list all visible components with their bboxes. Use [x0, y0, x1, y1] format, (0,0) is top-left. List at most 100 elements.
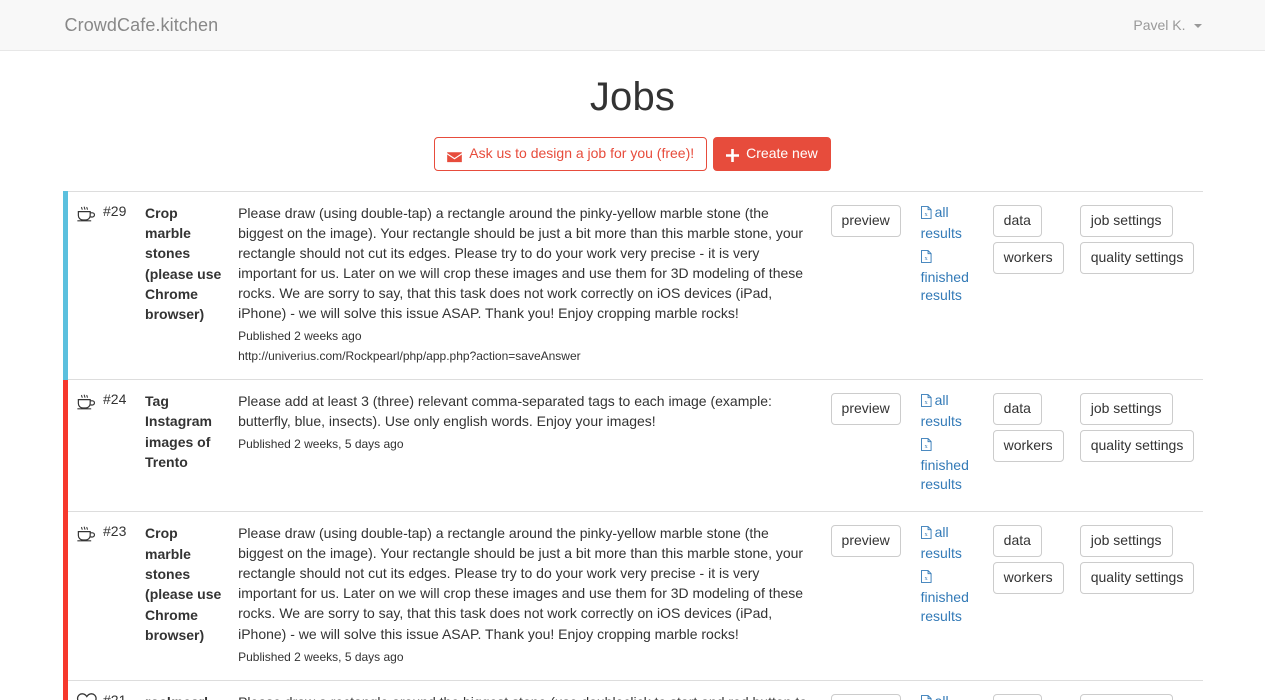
job-settings-cell: job settings quality settings — [1072, 680, 1203, 700]
job-id: #29 — [103, 202, 127, 219]
job-description-cell: Please add at least 3 (three) relevant c… — [232, 379, 822, 511]
create-new-button-label: Create new — [746, 145, 818, 161]
job-id: #24 — [103, 390, 127, 407]
svg-text:x: x — [924, 531, 928, 538]
job-settings-cell: job settings quality settings — [1072, 191, 1203, 379]
user-menu[interactable]: Pavel K. — [1133, 17, 1217, 33]
all-results-link[interactable]: x all results — [920, 523, 977, 563]
job-description-cell: Please draw a rectangle around the bigge… — [232, 680, 822, 700]
job-results-cell: x all results x finished results — [913, 680, 985, 700]
job-name: rockpearl test — [137, 680, 232, 700]
ask-us-button-label: Ask us to design a job for you (free)! — [469, 145, 695, 161]
file-excel-icon: x — [920, 525, 932, 544]
file-excel-icon: x — [920, 569, 932, 588]
job-id: #23 — [103, 523, 127, 540]
table-row-24: #24 Tag Instagram images of Trento Pleas… — [62, 379, 1203, 512]
preview-button[interactable]: preview — [830, 693, 901, 700]
job-description: Please add at least 3 (three) relevant c… — [238, 392, 772, 429]
finished-results-label: finished results — [920, 456, 969, 492]
file-excel-icon: x — [920, 437, 932, 456]
finished-results-link[interactable]: x finished results — [920, 567, 977, 626]
job-preview-cell: preview — [823, 512, 913, 680]
quality-settings-button[interactable]: quality settings — [1079, 429, 1195, 462]
finished-results-link[interactable]: x finished results — [920, 247, 977, 306]
svg-text:x: x — [924, 399, 928, 406]
all-results-link[interactable]: x all results — [920, 391, 977, 431]
job-results-cell: x all results x finished results — [913, 512, 985, 680]
preview-button[interactable]: preview — [830, 525, 901, 558]
jobs-table: #29 Crop marble stones (please use Chrom… — [62, 190, 1203, 700]
file-excel-icon: x — [920, 205, 932, 224]
coffee-icon — [76, 391, 98, 413]
job-settings-button[interactable]: job settings — [1079, 693, 1173, 700]
job-data-cell: data workers — [985, 379, 1072, 511]
page-actions: Ask us to design a job for you (free)! C… — [0, 137, 1265, 171]
page-header: Jobs Ask us to design a job for you (fre… — [0, 51, 1265, 171]
jobs-container: #29 Crop marble stones (please use Chrom… — [48, 190, 1218, 700]
plus-icon — [726, 148, 740, 163]
table-row-21: #21 rockpearl test Please draw a rectang… — [62, 680, 1203, 700]
job-published: Published 2 weeks ago — [238, 328, 362, 343]
svg-text:x: x — [924, 211, 928, 218]
all-results-link[interactable]: x all results — [920, 692, 977, 700]
envelope-icon — [447, 149, 463, 163]
job-published: Published 2 weeks, 5 days ago — [238, 649, 404, 664]
job-status-cell — [62, 379, 100, 512]
job-preview-cell: preview — [823, 379, 913, 511]
table-row-29: #29 Crop marble stones (please use Chrom… — [62, 191, 1203, 380]
coffee-icon — [76, 523, 98, 545]
job-status-cell — [62, 511, 100, 681]
heart-icon — [76, 692, 98, 700]
ask-us-to-design-button[interactable]: Ask us to design a job for you (free)! — [434, 137, 708, 171]
preview-button[interactable]: preview — [830, 392, 901, 425]
job-id: #21 — [103, 691, 127, 700]
data-button[interactable]: data — [992, 525, 1042, 558]
user-name-label: Pavel K. — [1133, 17, 1186, 33]
job-name: Crop marble stones (please use Chrome br… — [145, 204, 222, 323]
job-settings-cell: job settings quality settings — [1072, 379, 1203, 511]
file-excel-icon: x — [920, 249, 932, 268]
workers-button[interactable]: workers — [992, 562, 1064, 595]
table-row-23: #23 Crop marble stones (please use Chrom… — [62, 511, 1203, 681]
data-button[interactable]: data — [992, 693, 1042, 700]
finished-results-label: finished results — [920, 268, 969, 304]
job-preview-cell: preview — [823, 191, 913, 379]
brand-logo[interactable]: CrowdCafe.kitchen — [48, 16, 219, 34]
job-settings-button[interactable]: job settings — [1079, 392, 1173, 425]
job-description-cell: Please draw (using double-tap) a rectang… — [232, 191, 822, 379]
page-title: Jobs — [589, 75, 676, 119]
file-excel-icon: x — [920, 694, 932, 700]
preview-button[interactable]: preview — [830, 204, 901, 237]
quality-settings-button[interactable]: quality settings — [1079, 241, 1195, 274]
svg-text:x: x — [924, 575, 928, 582]
finished-results-label: finished results — [920, 589, 969, 624]
coffee-icon — [76, 203, 98, 225]
data-button[interactable]: data — [992, 392, 1042, 425]
job-results-cell: x all results x finished results — [913, 191, 985, 379]
job-settings-button[interactable]: job settings — [1079, 525, 1173, 558]
job-settings-button[interactable]: job settings — [1079, 204, 1173, 237]
job-status-cell — [62, 191, 100, 380]
job-data-cell: data workers — [985, 191, 1072, 379]
job-results-cell: x all results x finished results — [913, 379, 985, 511]
job-description: Please draw (using double-tap) a rectang… — [238, 525, 804, 642]
svg-text:x: x — [924, 254, 928, 261]
job-data-cell: data workers — [985, 512, 1072, 680]
svg-text:x: x — [924, 443, 928, 450]
all-results-link[interactable]: x all results — [920, 203, 977, 243]
job-description-cell: Please draw (using double-tap) a rectang… — [232, 512, 822, 680]
job-description: Please draw (using double-tap) a rectang… — [238, 204, 804, 321]
workers-button[interactable]: workers — [992, 241, 1064, 274]
quality-settings-button[interactable]: quality settings — [1079, 562, 1195, 595]
job-name: Crop marble stones (please use Chrome br… — [145, 525, 222, 643]
data-button[interactable]: data — [992, 204, 1042, 237]
job-data-cell: data workers — [985, 680, 1072, 700]
file-excel-icon: x — [920, 393, 932, 412]
workers-button[interactable]: workers — [992, 429, 1064, 462]
top-navbar: CrowdCafe.kitchen Pavel K. — [0, 0, 1265, 51]
create-new-button[interactable]: Create new — [713, 137, 831, 171]
job-callback-url: http://univerius.com/Rockpearl/php/app.p… — [238, 348, 581, 363]
job-name: Tag Instagram images of Trento — [145, 392, 212, 470]
finished-results-link[interactable]: x finished results — [920, 435, 977, 494]
job-published: Published 2 weeks, 5 days ago — [238, 437, 404, 451]
